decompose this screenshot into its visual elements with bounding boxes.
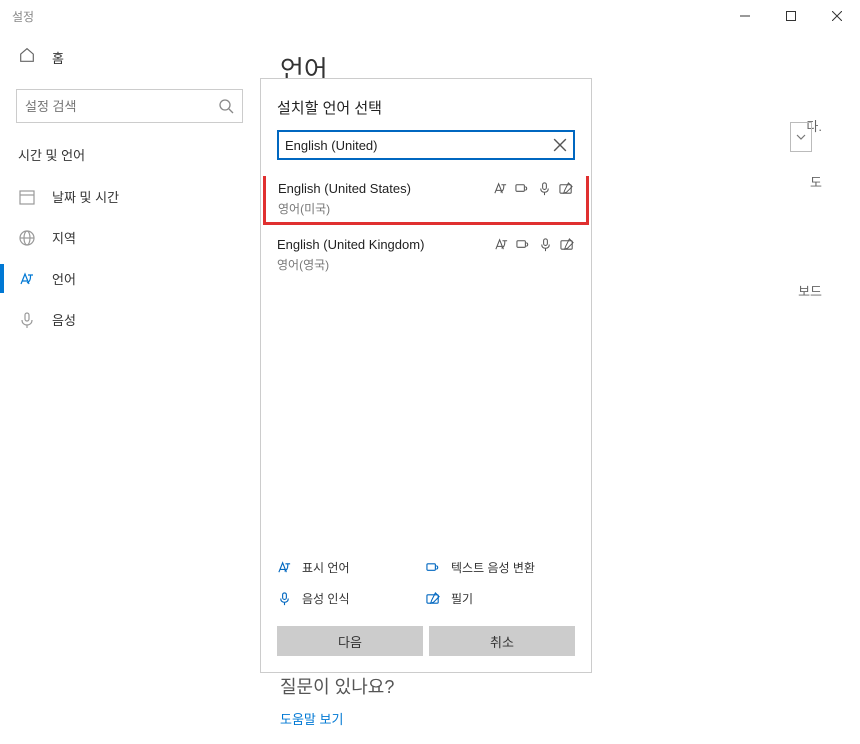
legend-label: 음성 인식 [302, 590, 350, 607]
sidebar-item-label: 날짜 및 시간 [52, 187, 119, 206]
search-input[interactable] [25, 99, 218, 114]
sidebar: 홈 시간 및 언어 날짜 및 시간 지역 언어 음성 [0, 32, 260, 744]
legend-label: 표시 언어 [302, 559, 350, 576]
display-language-icon [494, 237, 509, 252]
language-name: English (United Kingdom) [277, 237, 424, 252]
home-link[interactable]: 홈 [10, 32, 249, 81]
home-icon [18, 46, 36, 69]
calendar-icon [18, 188, 36, 206]
dialog-search-box[interactable] [277, 130, 575, 160]
legend-speech: 음성 인식 [277, 583, 426, 614]
legend-tts: 텍스트 음성 변환 [426, 552, 575, 583]
dialog-title: 설치할 언어 선택 [261, 79, 591, 130]
speech-icon [537, 181, 552, 196]
legend-display-language: 표시 언어 [277, 552, 426, 583]
window-title: 설정 [12, 8, 34, 25]
dropdown-chevron[interactable] [790, 122, 812, 152]
language-result-item[interactable]: English (United States) 영어(미국) [263, 176, 589, 225]
help-link[interactable]: 도움말 보기 [280, 709, 394, 728]
legend-handwriting: 필기 [426, 583, 575, 614]
settings-search[interactable] [16, 89, 243, 123]
language-native-name: 영어(미국) [278, 200, 574, 217]
language-result-item[interactable]: English (United Kingdom) 영어(영국) [261, 229, 591, 281]
handwriting-icon [559, 181, 574, 196]
sidebar-item-label: 지역 [52, 228, 76, 247]
obscured-text: 보드 [798, 281, 822, 300]
sidebar-item-label: 음성 [52, 310, 76, 329]
display-language-icon [277, 560, 292, 575]
sidebar-item-speech[interactable]: 음성 [10, 299, 249, 340]
globe-icon [18, 229, 36, 247]
minimize-button[interactable] [722, 0, 768, 32]
tts-icon [426, 560, 441, 575]
capability-legend: 표시 언어 텍스트 음성 변환 음성 인식 필기 [261, 542, 591, 626]
language-install-dialog: 설치할 언어 선택 English (United States) 영어(미국)… [260, 78, 592, 673]
language-icon [18, 270, 36, 288]
obscured-text: 도 [810, 172, 822, 191]
language-results-list: English (United States) 영어(미국) English (… [261, 176, 591, 542]
display-language-icon [493, 181, 508, 196]
legend-label: 필기 [451, 590, 473, 607]
language-native-name: 영어(영국) [277, 256, 575, 273]
mic-icon [18, 311, 36, 329]
sidebar-item-region[interactable]: 지역 [10, 217, 249, 258]
search-icon [218, 98, 234, 114]
next-button[interactable]: 다음 [277, 626, 423, 656]
speech-icon [538, 237, 553, 252]
language-name: English (United States) [278, 181, 411, 196]
legend-label: 텍스트 음성 변환 [451, 559, 535, 576]
sidebar-section-title: 시간 및 언어 [10, 127, 249, 176]
sidebar-item-datetime[interactable]: 날짜 및 시간 [10, 176, 249, 217]
maximize-button[interactable] [768, 0, 814, 32]
speech-icon [277, 591, 292, 606]
tts-icon [515, 181, 530, 196]
clear-icon[interactable] [553, 138, 567, 152]
help-question: 질문이 있나요? [280, 673, 394, 699]
sidebar-item-label: 언어 [52, 269, 76, 288]
cancel-button[interactable]: 취소 [429, 626, 575, 656]
handwriting-icon [426, 591, 441, 606]
dialog-search-input[interactable] [285, 138, 553, 153]
tts-icon [516, 237, 531, 252]
sidebar-item-language[interactable]: 언어 [10, 258, 249, 299]
home-label: 홈 [52, 48, 64, 67]
close-button[interactable] [814, 0, 860, 32]
handwriting-icon [560, 237, 575, 252]
